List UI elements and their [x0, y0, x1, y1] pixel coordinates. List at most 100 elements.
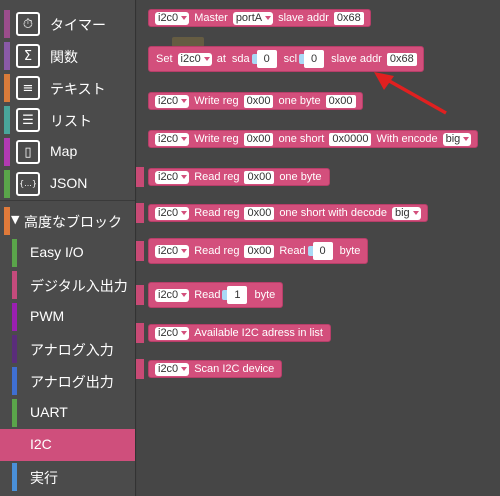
- category-label: UART: [30, 404, 68, 420]
- dropdown-value: i2c0: [158, 94, 179, 107]
- sda-input[interactable]: 0: [251, 50, 277, 68]
- variable-dropdown[interactable]: i2c0: [155, 94, 190, 108]
- advanced-blocks-toggle[interactable]: ▼ 高度なブロック: [0, 205, 135, 237]
- category-stripe: [4, 74, 10, 102]
- dropdown-value: i2c0: [158, 132, 179, 145]
- category-i2c[interactable]: I2C: [0, 429, 135, 461]
- category-json[interactable]: {...} JSON: [0, 168, 135, 200]
- byte-count-input[interactable]: 1: [222, 286, 248, 304]
- category-stripe: [12, 463, 17, 491]
- category-list[interactable]: ☰ リスト: [0, 104, 135, 136]
- dropdown-value: i2c0: [180, 52, 201, 65]
- slave-addr-field[interactable]: 0x68: [386, 52, 417, 66]
- category-stripe: [4, 106, 10, 134]
- block-text: one byte: [278, 95, 321, 107]
- triangle-down-icon: ▼: [11, 213, 20, 226]
- reg-field[interactable]: 0x00: [244, 170, 275, 184]
- category-stripe: [12, 399, 17, 427]
- block-text: at: [216, 53, 226, 65]
- category-label: I2C: [30, 436, 52, 452]
- category-label: Map: [50, 143, 78, 159]
- i2c-master-block[interactable]: i2c0 Master portA slave addr 0x68: [148, 9, 371, 27]
- reg-field[interactable]: 0x00: [244, 244, 275, 258]
- category-stripe: [4, 207, 10, 235]
- category-map[interactable]: ▯ Map: [0, 136, 135, 168]
- block-connector: [136, 241, 144, 261]
- block-text: With encode: [376, 133, 438, 145]
- category-stripe: [4, 170, 10, 198]
- variable-dropdown[interactable]: i2c0: [155, 206, 190, 220]
- category-timer[interactable]: ⏱ タイマー: [0, 8, 135, 40]
- category-text[interactable]: ≡ テキスト: [0, 72, 135, 104]
- chevron-down-icon: [181, 211, 188, 215]
- reg-field[interactable]: 0x00: [243, 132, 274, 146]
- block-text: Write reg: [194, 133, 239, 145]
- chevron-down-icon: [181, 137, 188, 141]
- block-connector: [136, 323, 144, 343]
- block-text: one byte: [279, 171, 322, 183]
- dropdown-value: i2c0: [158, 206, 179, 219]
- chevron-down-icon: [181, 249, 188, 253]
- variable-dropdown[interactable]: i2c0: [155, 170, 190, 184]
- i2c-scan-block[interactable]: i2c0 Scan I2C device: [148, 360, 283, 378]
- category-stripe: [12, 431, 17, 459]
- category-pwm[interactable]: PWM: [0, 301, 135, 333]
- variable-dropdown[interactable]: i2c0: [155, 132, 190, 146]
- sigma-icon: Σ: [16, 44, 40, 68]
- slave-addr-field[interactable]: 0x68: [333, 11, 364, 25]
- variable-dropdown[interactable]: i2c0: [155, 11, 190, 25]
- i2c-available-list-block[interactable]: i2c0 Available I2C adress in list: [148, 324, 331, 342]
- category-functions[interactable]: Σ 関数: [0, 40, 135, 72]
- dropdown-value: i2c0: [158, 170, 179, 183]
- variable-dropdown[interactable]: i2c0: [155, 244, 190, 258]
- i2c-read-reg-bytes-block[interactable]: i2c0 Read reg 0x00 Read 0 byte: [148, 238, 369, 264]
- block-text: Master: [194, 12, 228, 24]
- variable-dropdown[interactable]: i2c0: [177, 52, 212, 66]
- i2c-read-bytes-block[interactable]: i2c0 Read 1 byte: [148, 282, 284, 308]
- category-stripe: [12, 367, 17, 395]
- block-text: scl: [283, 53, 298, 65]
- dropdown-value: i2c0: [158, 326, 179, 339]
- block-text: byte: [339, 245, 361, 257]
- chevron-down-icon: [181, 175, 188, 179]
- variable-dropdown[interactable]: i2c0: [155, 362, 190, 376]
- value-field[interactable]: 0x0000: [329, 132, 372, 146]
- i2c-read-short-block[interactable]: i2c0 Read reg 0x00 one short with decode…: [148, 204, 428, 222]
- list-icon: ☰: [16, 108, 40, 132]
- block-text: Set: [156, 53, 173, 65]
- block-text: slave addr: [331, 53, 382, 65]
- sidebar-divider: [0, 200, 135, 201]
- variable-dropdown[interactable]: i2c0: [155, 288, 190, 302]
- category-label: タイマー: [50, 17, 106, 33]
- scl-input[interactable]: 0: [299, 50, 325, 68]
- block-text: Available I2C adress in list: [194, 327, 323, 339]
- category-easy-io[interactable]: Easy I/O: [0, 237, 135, 269]
- category-analog-in[interactable]: アナログ入力: [0, 333, 135, 365]
- category-analog-out[interactable]: アナログ出力: [0, 365, 135, 397]
- port-dropdown[interactable]: portA: [232, 11, 274, 25]
- category-label: JSON: [50, 175, 88, 191]
- encode-dropdown[interactable]: big: [442, 132, 472, 146]
- chevron-down-icon: [203, 57, 210, 61]
- block-text: Write reg: [194, 95, 239, 107]
- i2c-write-byte-block[interactable]: i2c0 Write reg 0x00 one byte 0x00: [148, 92, 363, 110]
- decode-dropdown[interactable]: big: [391, 206, 421, 220]
- value-field[interactable]: 0x00: [325, 94, 356, 108]
- block-text: Read: [279, 245, 306, 257]
- category-run[interactable]: 実行: [0, 461, 135, 493]
- dropdown-value: portA: [235, 11, 263, 24]
- category-label: テキスト: [50, 81, 106, 97]
- byte-count-input[interactable]: 0: [307, 242, 333, 260]
- i2c-read-byte-block[interactable]: i2c0 Read reg 0x00 one byte: [148, 168, 330, 186]
- braces-icon: {...}: [16, 172, 40, 196]
- variable-dropdown[interactable]: i2c0: [155, 326, 190, 340]
- category-label: アナログ入力: [30, 342, 114, 358]
- block-text: Read: [194, 289, 221, 301]
- i2c-write-short-block[interactable]: i2c0 Write reg 0x00 one short 0x0000 Wit…: [148, 130, 479, 148]
- category-uart[interactable]: UART: [0, 397, 135, 429]
- block-text: Scan I2C device: [194, 363, 275, 375]
- category-label: 関数: [50, 49, 78, 65]
- reg-field[interactable]: 0x00: [243, 94, 274, 108]
- reg-field[interactable]: 0x00: [244, 206, 275, 220]
- category-digital-io[interactable]: デジタル入出力: [0, 269, 135, 301]
